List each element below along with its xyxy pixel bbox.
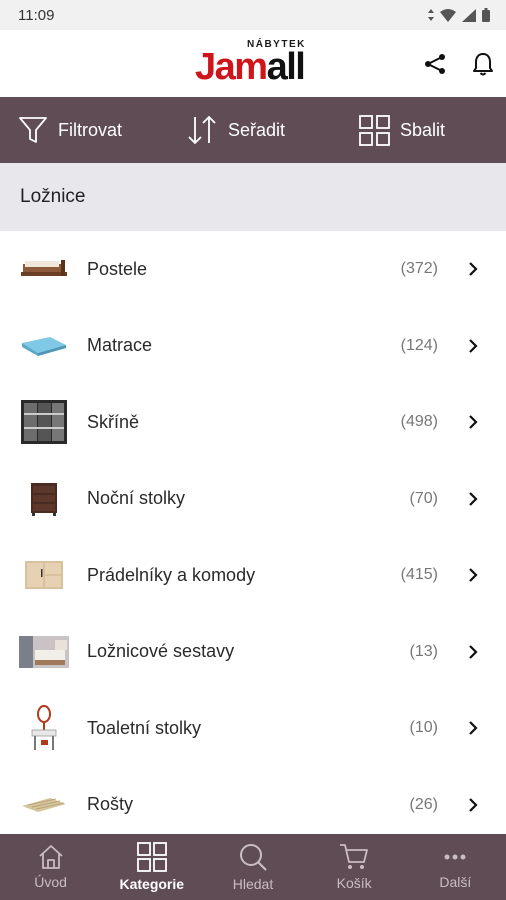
category-count: (498) (400, 413, 438, 431)
category-label: Prádelníky a komody (87, 564, 256, 585)
category-item-nocni-stolky[interactable]: Noční stolky (70) (0, 461, 506, 538)
sort-icon (188, 115, 216, 145)
wardrobe-thumbnail (18, 397, 70, 447)
app-header: NÁBYTEK Jamall (0, 30, 506, 97)
filter-button[interactable]: Filtrovat (18, 97, 122, 163)
category-item-toaletni-stolky[interactable]: Toaletní stolky (10) (0, 690, 506, 767)
category-count: (10) (409, 719, 438, 737)
wifi-icon (440, 8, 456, 22)
status-icons (428, 8, 490, 22)
cart-icon (340, 844, 369, 869)
chevron-right-icon (469, 262, 478, 277)
home-icon (38, 845, 63, 869)
nightstand-thumbnail (18, 474, 70, 524)
bottom-navigation: Úvod Kategorie Hledat Košík Další (0, 834, 506, 900)
data-arrows-icon (428, 9, 434, 21)
logo-wordmark: Jamall (195, 46, 306, 88)
list-toolbar: Filtrovat Seřadit Sbalit (0, 97, 506, 163)
category-count: (415) (400, 566, 438, 584)
category-label: Skříně (87, 411, 140, 432)
section-title: Ložnice (0, 163, 506, 231)
category-list: Postele (372) Matrace (124) Skříně (498)… (0, 231, 506, 843)
nav-label: Hledat (232, 876, 274, 892)
chevron-right-icon (469, 644, 478, 659)
bedroom-set-thumbnail (18, 627, 70, 677)
nav-search[interactable]: Hledat (202, 834, 303, 900)
sort-label: Seřadit (228, 119, 286, 140)
category-item-loznicove-sestavy[interactable]: Ložnicové sestavy (13) (0, 614, 506, 691)
filter-icon (19, 117, 47, 143)
grid-icon (136, 842, 167, 872)
slatted-base-thumbnail (18, 780, 70, 830)
category-count: (26) (409, 795, 438, 813)
nav-more[interactable]: Další (405, 834, 506, 900)
battery-icon (482, 8, 490, 22)
category-label: Postele (87, 258, 148, 279)
nav-home[interactable]: Úvod (0, 834, 101, 900)
nav-label: Úvod (34, 874, 67, 890)
category-label: Toaletní stolky (87, 717, 202, 738)
sort-button[interactable]: Seřadit (186, 97, 285, 163)
chevron-right-icon (469, 338, 478, 353)
category-count: (124) (400, 336, 438, 354)
nav-label: Košík (336, 875, 372, 891)
collapse-label: Sbalit (400, 119, 446, 140)
category-item-matrace[interactable]: Matrace (124) (0, 308, 506, 385)
chevron-right-icon (469, 415, 478, 430)
category-item-pradelniky[interactable]: Prádelníky a komody (415) (0, 537, 506, 614)
category-count: (13) (409, 642, 438, 660)
category-item-postele[interactable]: Postele (372) (0, 231, 506, 308)
nav-label: Kategorie (119, 876, 185, 892)
category-item-skrine[interactable]: Skříně (498) (0, 384, 506, 461)
chevron-right-icon (469, 797, 478, 812)
category-label: Noční stolky (87, 488, 186, 509)
brand-logo[interactable]: NÁBYTEK Jamall (195, 39, 315, 87)
nav-cart[interactable]: Košík (304, 834, 405, 900)
share-icon (425, 54, 445, 74)
filter-label: Filtrovat (58, 119, 123, 140)
dresser-thumbnail (18, 550, 70, 600)
nav-categories[interactable]: Kategorie (101, 834, 202, 900)
chevron-right-icon (469, 491, 478, 506)
category-label: Matrace (87, 335, 153, 356)
category-count: (372) (400, 260, 438, 278)
category-item-rosty[interactable]: Rošty (26) (0, 767, 506, 844)
bell-icon (473, 53, 493, 76)
status-bar: 11:09 (0, 0, 506, 30)
nav-label: Další (439, 874, 472, 890)
chevron-right-icon (469, 568, 478, 583)
mattress-thumbnail (18, 321, 70, 371)
share-button[interactable] (421, 50, 449, 78)
signal-icon (462, 8, 476, 22)
chevron-right-icon (469, 721, 478, 736)
vanity-table-thumbnail (18, 703, 70, 753)
more-icon (444, 854, 466, 860)
grid-view-icon (359, 114, 390, 146)
bed-thumbnail (18, 244, 70, 294)
category-label: Rošty (87, 794, 134, 815)
notifications-button[interactable] (469, 50, 497, 78)
collapse-button[interactable]: Sbalit (359, 97, 445, 163)
category-count: (70) (409, 489, 438, 507)
search-icon (239, 844, 267, 871)
status-time: 11:09 (18, 6, 55, 24)
category-label: Ložnicové sestavy (87, 641, 235, 662)
